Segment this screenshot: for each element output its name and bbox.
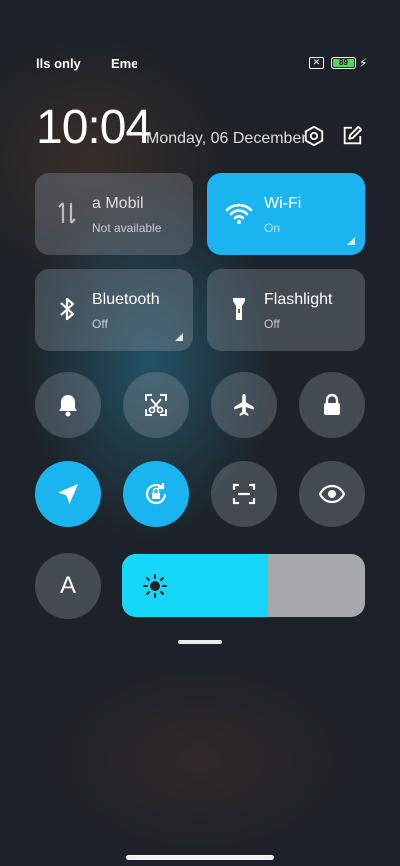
flashlight-title: Flashlight: [264, 291, 333, 308]
clock: 10:04: [36, 101, 152, 154]
date-text: Monday, 06 December: [146, 130, 307, 147]
carrier-text: lls only: [36, 56, 81, 71]
bluetooth-icon: [60, 297, 75, 321]
eye-icon: [319, 484, 345, 504]
flashlight-status: Off: [264, 317, 280, 331]
tile-bluetooth[interactable]: Bluetooth Off: [35, 269, 193, 351]
home-indicator[interactable]: [126, 855, 274, 860]
mobile-data-title: a Mobil: [92, 195, 144, 212]
airplane-icon: [234, 394, 254, 416]
tile-mobile-data[interactable]: a Mobil Not available: [35, 173, 193, 255]
edit-icon[interactable]: [341, 125, 363, 147]
status-bar: lls only Emergency calls only ✕ 89 ⚡: [0, 56, 400, 74]
location-icon: [58, 484, 78, 504]
bluetooth-status: Off: [92, 317, 108, 331]
flashlight-icon: [233, 298, 245, 320]
expand-corner-icon[interactable]: [175, 333, 183, 341]
toggle-rotation-lock[interactable]: [123, 461, 189, 527]
battery-level: 89: [333, 59, 354, 67]
toggle-lock-screen[interactable]: [299, 372, 365, 438]
battery-icon: 89: [331, 57, 356, 69]
toggle-scanner[interactable]: [211, 461, 277, 527]
no-sim-icon: ✕: [309, 57, 324, 69]
wifi-icon: [225, 203, 253, 224]
tile-wifi[interactable]: Wi-Fi On: [207, 173, 365, 255]
mobile-data-status: Not available: [92, 221, 162, 235]
auto-brightness-label: A: [59, 572, 76, 599]
auto-brightness-button[interactable]: A: [35, 553, 101, 619]
scanner-icon: [232, 483, 256, 505]
drag-handle[interactable]: [178, 640, 222, 644]
screenshot-scissors-icon: [145, 394, 167, 416]
lock-icon: [324, 393, 340, 415]
toggle-reading-mode[interactable]: [299, 461, 365, 527]
toggle-location[interactable]: [35, 461, 101, 527]
bell-icon: [59, 395, 77, 417]
brightness-slider[interactable]: [122, 554, 365, 617]
wifi-status: On: [264, 221, 281, 235]
rotation-lock-icon: [145, 483, 167, 505]
wifi-title: Wi-Fi: [264, 195, 302, 212]
sun-icon: [143, 574, 167, 598]
bluetooth-title: Bluetooth: [92, 291, 160, 308]
emergency-calls-text: Emergency calls only: [111, 56, 137, 71]
mobile-data-icon: [58, 202, 76, 224]
toggle-airplane[interactable]: [211, 372, 277, 438]
toggle-sound[interactable]: [35, 372, 101, 438]
expand-corner-icon[interactable]: [347, 237, 355, 245]
tile-flashlight[interactable]: Flashlight Off: [207, 269, 365, 351]
toggle-screenshot[interactable]: [123, 372, 189, 438]
settings-hex-icon[interactable]: [303, 125, 325, 147]
bolt-icon: ⚡: [359, 56, 368, 70]
